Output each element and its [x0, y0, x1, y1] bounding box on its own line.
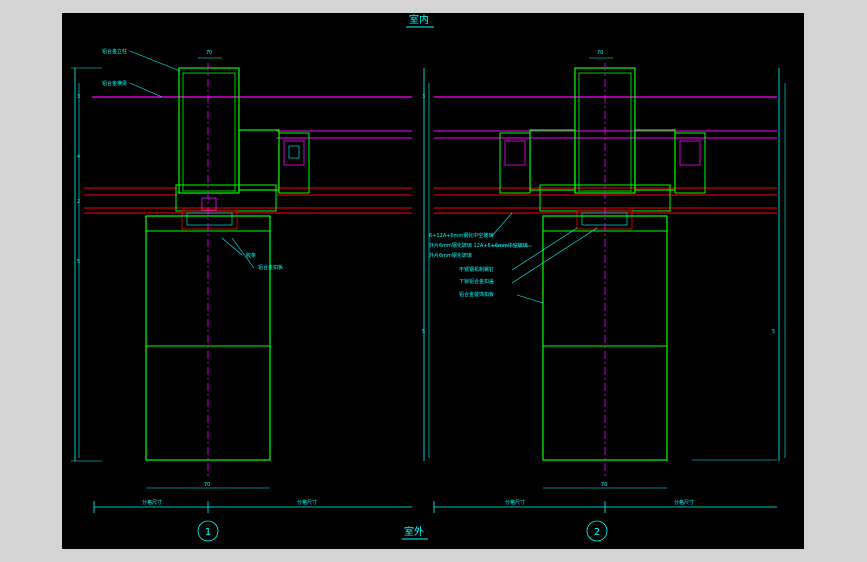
svg-text:5: 5	[422, 329, 425, 335]
svg-text:70: 70	[601, 482, 607, 488]
bottom-label: 室外	[404, 525, 424, 538]
svg-text:70: 70	[597, 50, 603, 56]
svg-text:分格尺寸: 分格尺寸	[297, 499, 317, 506]
svg-text:分格尺寸: 分格尺寸	[142, 499, 162, 506]
svg-text:胶条: 胶条	[246, 252, 256, 259]
svg-text:70: 70	[204, 482, 210, 488]
svg-text:5: 5	[772, 329, 775, 335]
svg-text:铝合金横梁: 铝合金横梁	[102, 80, 127, 87]
detail-2: 5 3 5 70 70 分格尺寸 分格尺寸 2 6+12A+6mm钢化中空玻璃 …	[422, 50, 786, 542]
svg-text:外片6mm钢化玻璃 12A+6+6mm中空玻璃: 外片6mm钢化玻璃 12A+6+6mm中空玻璃	[429, 242, 528, 249]
svg-text:铝合金装饰扣板: 铝合金装饰扣板	[459, 291, 494, 298]
svg-text:下锁铝合金扣盖: 下锁铝合金扣盖	[459, 278, 494, 285]
svg-text:5: 5	[77, 259, 80, 265]
svg-text:不锈钢机制螺钉: 不锈钢机制螺钉	[459, 266, 494, 273]
detail-1: 3 4 2 5 70 70 分格尺寸 分格尺寸 1 铝合金立柱 铝合金横梁 胶条…	[71, 48, 412, 542]
cad-viewport[interactable]: 室内 室外 3 4 2 5 70 70 分格尺寸 分格尺寸 1 铝合金立柱 铝合…	[62, 13, 804, 549]
detail-2-number: 2	[594, 527, 600, 538]
svg-text:70: 70	[206, 50, 212, 56]
svg-text:3: 3	[77, 94, 80, 100]
svg-text:外片6mm钢化玻璃: 外片6mm钢化玻璃	[429, 252, 472, 259]
top-label: 室内	[409, 13, 429, 26]
svg-text:铝合金扣板: 铝合金扣板	[258, 264, 283, 271]
svg-text:4: 4	[77, 154, 80, 160]
svg-text:分格尺寸: 分格尺寸	[505, 499, 525, 506]
svg-text:铝合金立柱: 铝合金立柱	[102, 48, 127, 55]
detail-1-number: 1	[205, 527, 211, 538]
svg-text:分格尺寸: 分格尺寸	[674, 499, 694, 506]
svg-text:6+12A+6mm钢化中空玻璃: 6+12A+6mm钢化中空玻璃	[429, 232, 493, 239]
svg-text:3: 3	[422, 94, 425, 100]
cad-drawing: 室内 室外 3 4 2 5 70 70 分格尺寸 分格尺寸 1 铝合金立柱 铝合…	[71, 13, 786, 542]
svg-text:2: 2	[77, 199, 80, 205]
